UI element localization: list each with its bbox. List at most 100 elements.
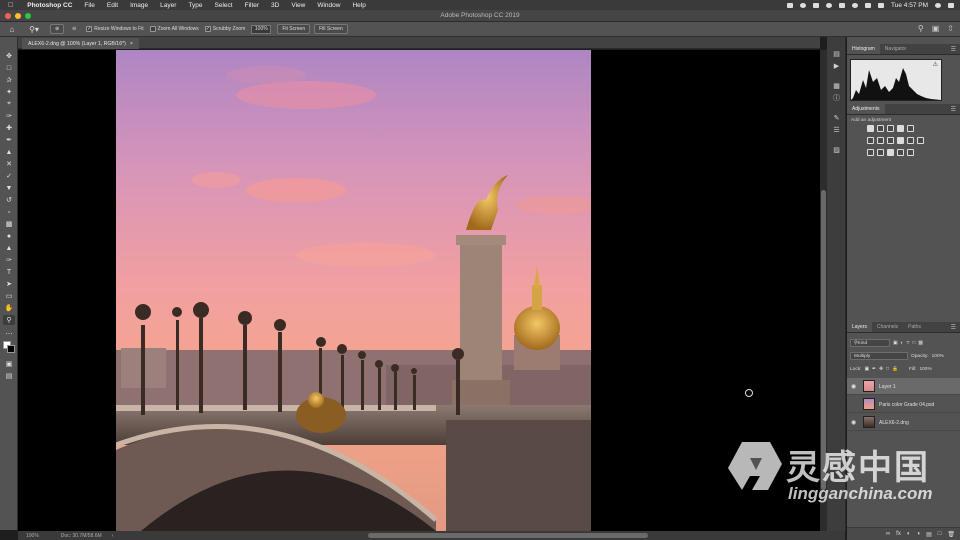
menu-edit[interactable]: Edit xyxy=(101,2,124,9)
notification-center-icon[interactable] xyxy=(948,2,954,8)
hue-saturation-icon[interactable] xyxy=(867,137,874,144)
menu-select[interactable]: Select xyxy=(209,2,239,9)
vibrance-icon[interactable] xyxy=(907,125,914,132)
filter-adjustment-icon[interactable]: ◐ xyxy=(901,341,904,346)
menu-layer[interactable]: Layer xyxy=(154,2,182,9)
menu-window[interactable]: Window xyxy=(311,2,346,9)
layer-style-icon[interactable]: fx xyxy=(896,531,901,537)
opacity-value[interactable]: 100% xyxy=(932,354,944,359)
clone-stamp-tool-icon[interactable]: ▲ xyxy=(3,147,15,157)
actions-panel-icon[interactable]: ▶ xyxy=(832,63,841,71)
video-icon[interactable] xyxy=(787,2,794,8)
spotlight-icon[interactable] xyxy=(935,2,941,8)
menu-filter[interactable]: Filter xyxy=(239,2,265,9)
visibility-eye-icon[interactable]: ◉ xyxy=(851,383,856,390)
quick-mask-icon[interactable]: ▣ xyxy=(3,359,15,369)
wifi-icon[interactable] xyxy=(865,2,872,8)
gradient-tool-icon[interactable]: ▩ xyxy=(3,219,15,229)
stamp-tool-icon[interactable]: ▼ xyxy=(3,183,15,193)
new-group-icon[interactable]: ▤ xyxy=(926,531,932,538)
status-doc-info[interactable]: Doc: 30.7M/58.6M xyxy=(61,533,102,539)
healing-brush-tool-icon[interactable]: ✚ xyxy=(3,123,15,133)
tab-navigator[interactable]: Navigator xyxy=(880,44,911,54)
zoom-value-field[interactable]: 100% xyxy=(251,24,272,34)
history-brush-tool-icon[interactable]: ✕ xyxy=(3,159,15,169)
marquee-tool-icon[interactable]: □ xyxy=(3,63,15,73)
menu-help[interactable]: Help xyxy=(346,2,371,9)
panel-menu-icon[interactable]: ☰ xyxy=(951,46,956,53)
levels-icon[interactable] xyxy=(877,125,884,132)
lock-all-icon[interactable]: 🔒 xyxy=(892,367,898,372)
filter-type-icon[interactable]: T xyxy=(906,341,909,346)
gradient-map-icon[interactable] xyxy=(897,149,904,156)
menu-view[interactable]: View xyxy=(285,2,311,9)
brush-settings-panel-icon[interactable]: ☰ xyxy=(832,127,841,135)
scrubby-zoom-checkbox[interactable]: ✓ Scrubby Zoom xyxy=(204,26,245,32)
layer-row[interactable]: ◉ ALEX6-2.dng xyxy=(847,414,960,431)
status-zoom[interactable]: 100% xyxy=(26,533,39,539)
fit-screen-button[interactable]: Fit Screen xyxy=(277,24,311,34)
more-tools-icon[interactable]: ⋯ xyxy=(3,329,15,339)
document-tab[interactable]: ALEX6-2.dng @ 100% (Layer 1, RGB/16*) × xyxy=(22,38,139,49)
pen-tool-icon[interactable]: ✑ xyxy=(3,255,15,265)
screen-mode-icon[interactable]: ▤ xyxy=(3,371,15,381)
zoom-in-icon[interactable]: ⊕ xyxy=(50,24,65,34)
delete-layer-icon[interactable]: 🗑 xyxy=(947,531,955,538)
sync-icon[interactable] xyxy=(826,2,833,8)
time-machine-icon[interactable] xyxy=(852,2,859,8)
blur-tool-icon[interactable]: ● xyxy=(3,231,15,241)
zoom-out-icon[interactable]: ⊖ xyxy=(68,24,80,34)
zoom-tool-icon[interactable]: ⚲ xyxy=(3,315,15,325)
path-selection-tool-icon[interactable]: ➤ xyxy=(3,279,15,289)
tab-paths[interactable]: Paths xyxy=(903,322,926,332)
new-layer-icon[interactable]: □ xyxy=(938,531,942,537)
canvas-workspace[interactable] xyxy=(18,50,820,531)
crop-tool-icon[interactable]: ⌖ xyxy=(3,99,15,109)
horizontal-scroll-thumb[interactable] xyxy=(368,533,648,538)
apple-icon[interactable]:  xyxy=(0,2,21,9)
color-balance-icon[interactable] xyxy=(877,137,884,144)
lock-artboard-icon[interactable]: □ xyxy=(886,367,889,372)
info-panel-icon[interactable]: ⓘ xyxy=(832,95,841,103)
tab-layers[interactable]: Layers xyxy=(847,322,873,332)
bluetooth-icon[interactable] xyxy=(839,2,846,8)
lock-pixels-icon[interactable]: ✒ xyxy=(872,367,876,372)
document-canvas-image[interactable] xyxy=(116,50,591,531)
layer-kind-filter[interactable]: ⚲ Kind xyxy=(850,339,890,347)
type-tool-icon[interactable]: T xyxy=(3,267,15,277)
blend-mode-select[interactable]: Multiply xyxy=(850,352,908,360)
invert-icon[interactable] xyxy=(867,149,874,156)
close-tab-icon[interactable]: × xyxy=(130,41,133,47)
properties-panel-icon[interactable]: ✎ xyxy=(832,115,841,123)
zoom-tool-preset-icon[interactable]: ⚲▾ xyxy=(28,24,40,34)
background-color-swatch[interactable] xyxy=(7,345,15,353)
color-lookup-icon[interactable] xyxy=(917,137,924,144)
lock-position-icon[interactable]: ✥ xyxy=(879,367,883,372)
history-tool-icon[interactable]: ↺ xyxy=(3,195,15,205)
menu-type[interactable]: Type xyxy=(182,2,208,9)
add-mask-icon[interactable]: ◐ xyxy=(907,531,911,537)
brush-tool-icon[interactable]: ✒ xyxy=(3,135,15,145)
history-panel-icon[interactable]: ▤ xyxy=(832,51,841,59)
curves-icon[interactable] xyxy=(887,125,894,132)
panel-menu-icon[interactable]: ☰ xyxy=(951,324,956,331)
cloud-icon[interactable] xyxy=(800,2,807,8)
move-tool-icon[interactable]: ✥ xyxy=(3,51,15,61)
tab-channels[interactable]: Channels xyxy=(872,322,903,332)
filter-shape-icon[interactable]: □ xyxy=(912,341,915,346)
menu-3d[interactable]: 3D xyxy=(265,2,285,9)
home-icon[interactable]: ⌂ xyxy=(6,24,18,34)
filter-pixel-icon[interactable]: ▣ xyxy=(893,341,898,346)
zoom-all-windows-checkbox[interactable]: Zoom All Windows xyxy=(149,26,199,32)
eyedropper-tool-icon[interactable]: ✑ xyxy=(3,111,15,121)
fill-value[interactable]: 100% xyxy=(919,367,931,372)
tab-histogram[interactable]: Histogram xyxy=(847,44,880,54)
visibility-eye-icon[interactable]: ◉ xyxy=(851,419,856,426)
lasso-tool-icon[interactable]: ✰ xyxy=(3,75,15,85)
shape-tool-icon[interactable]: ▭ xyxy=(3,291,15,301)
lock-transparent-icon[interactable]: ▣ xyxy=(864,367,869,372)
panel-menu-icon[interactable]: ☰ xyxy=(951,106,956,113)
clock[interactable]: Tue 4:57 PM xyxy=(891,2,928,9)
photo-filter-icon[interactable] xyxy=(897,137,904,144)
tab-adjustments[interactable]: Adjustments xyxy=(847,104,885,114)
